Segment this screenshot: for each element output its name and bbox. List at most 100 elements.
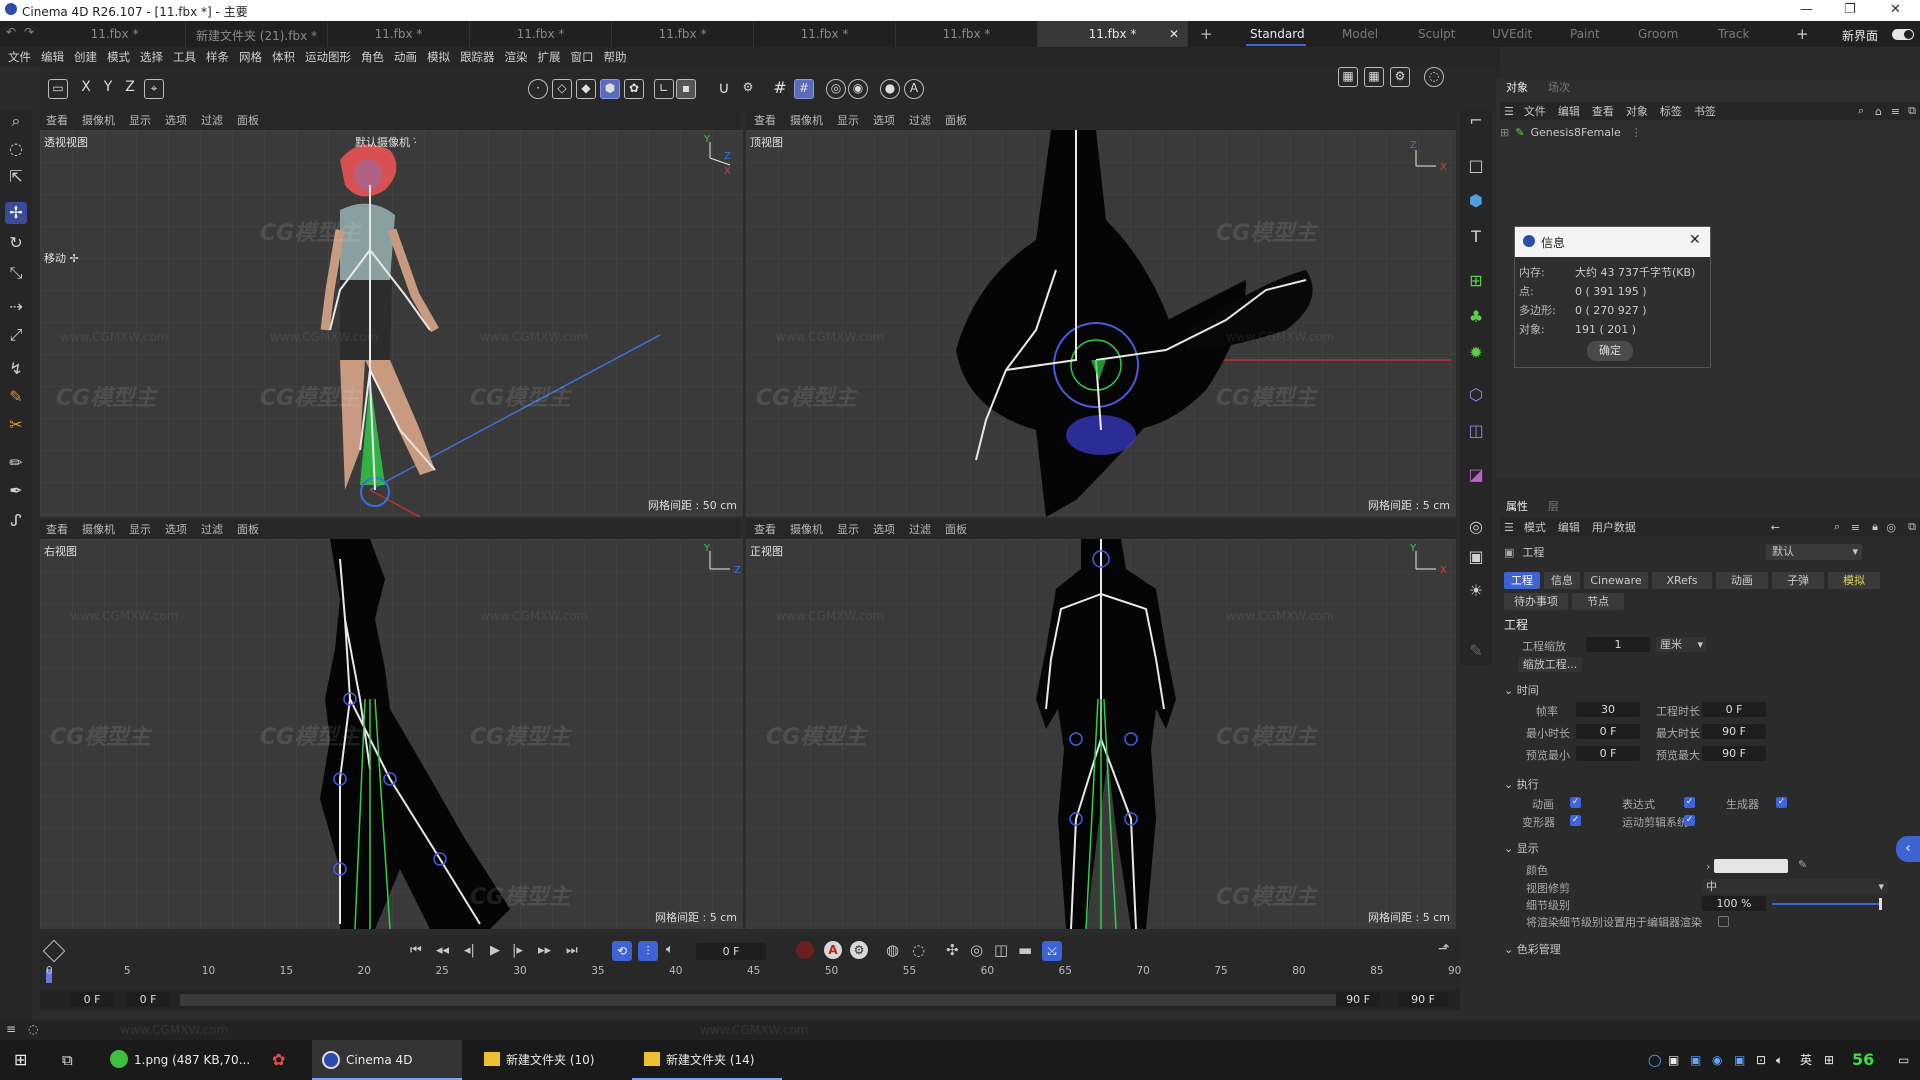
selection-options-icon[interactable]: ⇱ [5,166,27,188]
subtab-bullet[interactable]: 子弹 [1772,572,1824,589]
menu-mograph[interactable]: 运动图形 [305,49,351,65]
search-icon[interactable]: ⌕ [1858,104,1864,118]
grid-icon[interactable]: # [770,79,790,99]
knife-icon[interactable]: ✂ [5,414,27,436]
motion-checkbox[interactable]: ✓ [1684,815,1695,826]
subtab-project[interactable]: 工程 [1504,572,1540,589]
goto-start-icon[interactable]: ⏮ [410,943,422,958]
vp-menu-camera[interactable]: 摄像机 [82,521,115,537]
vp-menu-view[interactable]: 查看 [46,521,68,537]
cube-outline-icon[interactable]: □ [1465,155,1487,177]
menu-animate[interactable]: 动画 [394,49,417,65]
move-tool-icon[interactable]: ✢ [5,202,27,224]
fps-mode-icon[interactable]: ⫶ [638,941,658,961]
menu-render[interactable]: 渲染 [505,49,528,65]
home-icon[interactable]: ⌂ [1875,105,1882,118]
vp-menu-display[interactable]: 显示 [837,521,859,537]
range-start-input[interactable]: 0 F [70,992,114,1007]
close-tab-icon[interactable]: ✕ [1169,27,1179,41]
play-icon[interactable]: ▶ [490,943,500,958]
new-layout-button[interactable]: 新界面 [1842,27,1878,44]
om-menu-tags[interactable]: 标签 [1660,103,1682,119]
next-key-icon[interactable]: ▸▸ [538,943,551,958]
visibility-icon[interactable]: ⋮ [1631,126,1642,139]
edges-mode-icon[interactable]: ◇ [552,79,572,99]
menu-spline[interactable]: 样条 [206,49,229,65]
keyframe-icon[interactable] [42,939,66,963]
next-frame-icon[interactable]: |▸ [512,943,523,958]
search-icon[interactable]: ⌕ [1834,520,1840,534]
menu-file[interactable]: 文件 [8,49,31,65]
filter-icon[interactable]: ≡ [1851,521,1860,534]
time-group-header[interactable]: ⌄ 时间 [1504,682,1539,698]
live-selection-icon[interactable]: ◌ [5,138,27,160]
texture-mode-icon[interactable]: ✿ [624,79,644,99]
record-icon[interactable] [796,941,814,959]
sculpt-icon[interactable]: ᔑ [5,510,27,532]
axis-y-toggle[interactable]: Y [98,79,118,99]
file-tab[interactable]: 11.fbx * [44,21,186,47]
new-window-icon[interactable]: ⧉ [1908,104,1916,118]
am-menu-edit[interactable]: 编辑 [1558,519,1580,535]
subtab-simulation[interactable]: 模拟 [1828,572,1880,589]
fps-input[interactable]: 30 [1576,702,1640,717]
subtab-nodes[interactable]: 节点 [1572,593,1624,610]
key-pla-icon[interactable]: ◫ [994,941,1008,959]
menu-volume[interactable]: 体积 [272,49,295,65]
preview-end-input[interactable]: 90 F [1336,992,1380,1007]
vp-menu-filter[interactable]: 过滤 [909,521,931,537]
task-view-icon[interactable]: ⧉ [62,1040,73,1080]
layout-tab-model[interactable]: Model [1342,27,1378,41]
vp-menu-display[interactable]: 显示 [837,112,859,128]
snap-settings-icon[interactable]: ⚙ [738,79,758,99]
search-icon[interactable]: ⌕ [5,110,27,132]
restore-icon[interactable]: ❐ [1844,2,1856,17]
close-icon[interactable]: ✕ [1689,232,1701,248]
timeline-window-icon[interactable]: ⬏ [1438,941,1450,957]
cube-icon[interactable]: ⬢ [1465,190,1487,212]
undo-icon[interactable]: ↶ [6,25,16,39]
redo-icon[interactable]: ↷ [24,25,34,39]
expand-icon[interactable]: ⊞ [1500,126,1509,139]
color-swatch[interactable] [1714,859,1788,873]
effector-icon[interactable]: ✹ [1465,342,1487,364]
project-length-input[interactable]: 0 F [1702,702,1766,717]
vp-menu-filter[interactable]: 过滤 [201,112,223,128]
key-settings-icon[interactable]: ⚙ [850,941,868,959]
render-to-viewer-icon[interactable]: ▦ [1338,67,1358,87]
tab-objects[interactable]: 对象 [1506,79,1528,95]
scale-tool-icon[interactable]: ⤡ [5,262,27,284]
key-rot-icon[interactable]: ◌ [912,941,925,959]
ok-button[interactable]: 确定 [1587,341,1633,361]
object-row[interactable]: ⊞ ✎ Genesis8Female ⋮ [1500,124,1642,140]
preview-min-input[interactable]: 0 F [1576,746,1640,761]
collapse-panel-button[interactable]: ‹ [1896,836,1920,862]
minimize-icon[interactable]: — [1800,2,1813,17]
environment-icon[interactable]: ◎ [1465,516,1487,538]
tab-layers[interactable]: 层 [1548,498,1559,514]
layout-tab-uvedit[interactable]: UVEdit [1492,27,1532,41]
menu-icon[interactable]: ☰ [1504,521,1514,534]
polygons-mode-icon[interactable]: ◆ [576,79,596,99]
snap-icon[interactable]: ∪ [714,79,734,99]
range-end-input[interactable]: 90 F [1398,992,1448,1007]
menu-help[interactable]: 帮助 [604,49,627,65]
network-icon[interactable]: ⊡ [1756,1040,1766,1080]
file-tab[interactable]: 11.fbx * [896,21,1038,47]
rotate-tool-icon[interactable]: ↻ [5,232,27,254]
softselect-icon[interactable]: ◎ [826,79,846,99]
subtab-animation[interactable]: 动画 [1716,572,1768,589]
key-point-icon[interactable]: ▬ [1018,941,1032,959]
vp-menu-view[interactable]: 查看 [754,112,776,128]
layout-tab-paint[interactable]: Paint [1570,27,1600,41]
color-mgmt-header[interactable]: ⌄ 色彩管理 [1504,941,1561,957]
new-window-icon[interactable]: ⧉ [1908,520,1916,534]
expr-checkbox[interactable]: ✓ [1684,797,1695,808]
vp-menu-camera[interactable]: 摄像机 [790,521,823,537]
menu-icon[interactable]: ≡ [6,1022,16,1036]
axis-z-toggle[interactable]: Z [120,79,140,99]
subtab-xrefs[interactable]: XRefs [1652,572,1712,589]
clip-select[interactable]: 中 ▾ [1702,879,1888,894]
menu-tracker[interactable]: 跟踪器 [460,49,495,65]
layout-tab-groom[interactable]: Groom [1638,27,1678,41]
